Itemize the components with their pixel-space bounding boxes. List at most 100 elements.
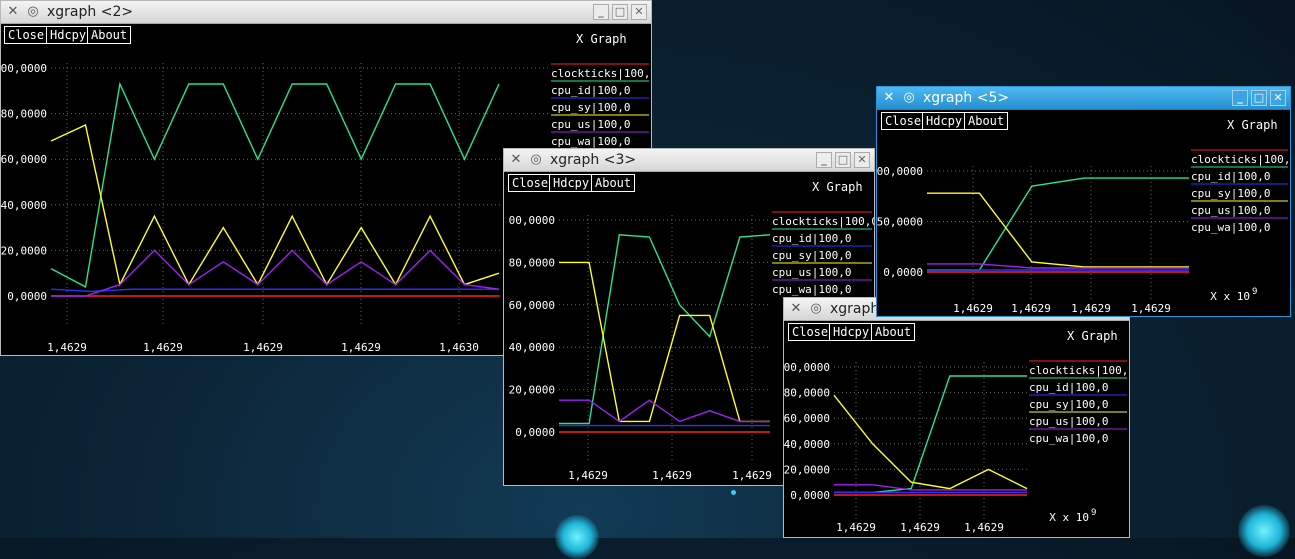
- wallpaper-glow: [555, 515, 599, 559]
- legend-label: cpu_sy|100,0: [1029, 398, 1108, 411]
- xgraph-window-4[interactable]: ✕ ◎ xgraph <4> Close Hdcpy About X Graph…: [783, 297, 1130, 538]
- x-tick-label: 1,4629: [732, 469, 772, 482]
- legend-label: cpu_us|100,0: [1029, 415, 1108, 428]
- x-scale-exponent: 9: [1252, 287, 1257, 297]
- series-line-cpu_us: [559, 261, 770, 423]
- window-menu-icon[interactable]: ◎: [808, 301, 824, 317]
- minimize-button[interactable]: _: [816, 152, 832, 168]
- plot-area: 00,0000 80,0000 60,0000 40,0000 20,0000 0,000…: [784, 360, 1129, 534]
- close-window-button[interactable]: ✕: [854, 152, 870, 168]
- x-tick-label: 1,4629: [1071, 302, 1111, 315]
- y-tick-label: 40,0000: [1, 199, 47, 212]
- y-tick-label: 40,0000: [784, 438, 830, 451]
- window-menu-icon[interactable]: ◎: [901, 90, 917, 106]
- legend-label: cpu_us|100,0: [1191, 204, 1270, 217]
- legend-label: clockticks|100,0: [1191, 153, 1290, 166]
- title-bar[interactable]: ✕ ◎ xgraph <2> _ □ ✕: [1, 1, 651, 24]
- legend-label: cpu_us|100,0: [772, 266, 851, 279]
- legend-label: clockticks|100,0: [551, 67, 651, 80]
- window-title: xgraph <3>: [550, 152, 637, 168]
- window-title: xgraph <2>: [47, 4, 134, 20]
- y-tick-label: 60,0000: [1, 153, 47, 166]
- maximize-button[interactable]: □: [835, 152, 851, 168]
- legend-label: cpu_wa|100,0: [551, 135, 630, 148]
- y-tick-label: 00,0000: [1, 62, 47, 75]
- y-tick-label: 20,0000: [1, 244, 47, 257]
- y-tick-label: 80,0000: [1, 108, 47, 121]
- y-tick-label: 0,0000: [790, 489, 830, 502]
- app-x-icon[interactable]: ✕: [5, 4, 21, 20]
- close-button[interactable]: Close: [881, 112, 926, 130]
- y-tick-label: 00,0000: [784, 361, 830, 374]
- about-button[interactable]: About: [964, 112, 1009, 130]
- graph-title: X Graph: [812, 180, 863, 194]
- y-tick-label: 50,0000: [877, 216, 923, 229]
- app-x-icon[interactable]: ✕: [788, 301, 804, 317]
- x-tick-label: 1,4629: [47, 341, 87, 354]
- y-tick-label: 80,0000: [509, 256, 555, 269]
- legend-label: cpu_id|100,0: [1029, 381, 1108, 394]
- x-tick-label: 1,4629: [143, 341, 183, 354]
- title-bar[interactable]: ✕ ◎ xgraph <5> _ □ ✕: [877, 87, 1290, 110]
- x-tick-label: 1,4629: [652, 469, 692, 482]
- graph-title: X Graph: [1067, 329, 1118, 343]
- graph-title: X Graph: [576, 32, 627, 46]
- legend-label: cpu_wa|100,0: [1191, 221, 1270, 234]
- hdcpy-button[interactable]: Hdcpy: [46, 26, 91, 44]
- y-tick-label: 60,0000: [509, 299, 555, 312]
- close-window-button[interactable]: ✕: [1270, 90, 1286, 106]
- close-window-button[interactable]: ✕: [631, 4, 647, 20]
- hdcpy-button[interactable]: Hdcpy: [829, 323, 874, 341]
- maximize-button[interactable]: □: [1251, 90, 1267, 106]
- series-line-cpu_id: [50, 81, 500, 288]
- y-tick-label: 0,0000: [515, 426, 555, 439]
- app-x-icon[interactable]: ✕: [881, 90, 897, 106]
- y-tick-label: 00,0000: [877, 165, 923, 178]
- y-tick-label: 00,0000: [509, 214, 555, 227]
- minimize-button[interactable]: _: [593, 4, 609, 20]
- x-tick-label: 1,4629: [1011, 302, 1051, 315]
- x-scale-label: X x 10: [1049, 511, 1089, 524]
- x-tick-label: 1,4629: [900, 521, 940, 534]
- x-tick-label: 1,4629: [953, 302, 993, 315]
- close-button[interactable]: Close: [4, 26, 49, 44]
- series-line-cpu_us: [833, 394, 1028, 490]
- app-x-icon[interactable]: ✕: [508, 152, 524, 168]
- legend-label: clockticks|100,0: [772, 215, 874, 228]
- graph-title: X Graph: [1227, 118, 1278, 132]
- y-tick-label: 80,0000: [784, 387, 830, 400]
- hdcpy-button[interactable]: Hdcpy: [549, 174, 594, 192]
- y-tick-label: 60,0000: [784, 412, 830, 425]
- y-tick-label: 20,0000: [784, 463, 830, 476]
- hdcpy-button[interactable]: Hdcpy: [922, 112, 967, 130]
- series-line-cpu_us: [927, 192, 1189, 268]
- close-button[interactable]: Close: [508, 174, 553, 192]
- x-tick-label: 1,4629: [1131, 302, 1171, 315]
- legend-label: cpu_sy|100,0: [551, 101, 630, 114]
- y-tick-label: 0,0000: [7, 290, 47, 303]
- legend-label: cpu_us|100,0: [551, 118, 630, 131]
- window-menu-icon[interactable]: ◎: [25, 4, 41, 20]
- about-button[interactable]: About: [871, 323, 916, 341]
- legend-label: cpu_wa|100,0: [1029, 432, 1108, 445]
- x-tick-label: 1,4630: [439, 341, 479, 354]
- series-line-cpu_id: [559, 234, 771, 425]
- minimize-button[interactable]: _: [1232, 90, 1248, 106]
- legend-label: cpu_id|100,0: [551, 84, 630, 97]
- legend-label: cpu_sy|100,0: [1191, 187, 1270, 200]
- about-button[interactable]: About: [591, 174, 636, 192]
- x-scale-exponent: 9: [1091, 508, 1096, 518]
- legend-label: cpu_wa|100,0: [772, 283, 851, 296]
- maximize-button[interactable]: □: [612, 4, 628, 20]
- close-button[interactable]: Close: [788, 323, 833, 341]
- wallpaper-dot: [731, 490, 736, 495]
- legend-label: clockticks|100,0: [1029, 364, 1129, 377]
- xgraph-window-5[interactable]: ✕ ◎ xgraph <5> _ □ ✕ Close Hdcpy About X…: [876, 86, 1291, 317]
- x-tick-label: 1,4629: [964, 521, 1004, 534]
- x-tick-label: 1,4629: [568, 469, 608, 482]
- series-line-cpu_id: [927, 177, 1189, 271]
- about-button[interactable]: About: [87, 26, 132, 44]
- title-bar[interactable]: ✕ ◎ xgraph <3> _ □ ✕: [504, 149, 874, 172]
- legend-label: cpu_id|100,0: [1191, 170, 1270, 183]
- window-menu-icon[interactable]: ◎: [528, 152, 544, 168]
